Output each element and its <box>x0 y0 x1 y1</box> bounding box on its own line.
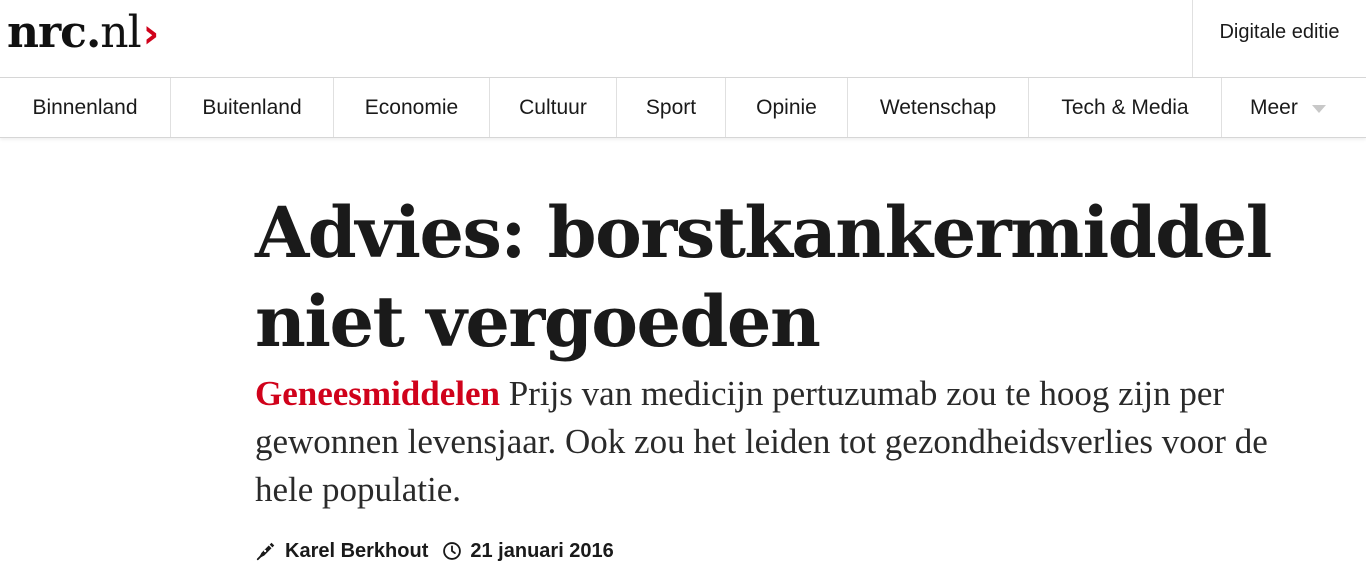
logo-text-light: nl <box>100 7 141 58</box>
clock-icon <box>442 541 462 561</box>
nav-item-label: Wetenschap <box>879 95 997 119</box>
nav-item-label: Economie <box>364 95 459 119</box>
article-lede: Geneesmiddelen Prijs van medicijn pertuz… <box>255 370 1315 514</box>
nav-item-label: Buitenland <box>202 95 302 119</box>
author-link[interactable]: Karel Berkhout <box>285 540 428 563</box>
nav-item-cultuur[interactable]: Cultuur <box>490 78 617 137</box>
nav-item-buitenland[interactable]: Buitenland <box>171 78 334 137</box>
pen-icon <box>255 540 277 562</box>
article-kicker-link[interactable]: Geneesmiddelen <box>255 374 500 413</box>
chevron-down-icon <box>1311 104 1326 113</box>
main-navigation: Binnenland Buitenland Economie Cultuur S… <box>0 78 1366 138</box>
logo-dot: . <box>85 7 101 58</box>
nav-item-label: Opinie <box>756 95 817 119</box>
digital-edition-link[interactable]: Digitale editie <box>1192 0 1366 77</box>
nav-item-wetenschap[interactable]: Wetenschap <box>848 78 1029 137</box>
nav-item-opinie[interactable]: Opinie <box>726 78 848 137</box>
site-logo[interactable]: nrc. nl › <box>7 7 160 58</box>
site-header: nrc. nl › Digitale editie <box>0 0 1366 78</box>
nav-item-binnenland[interactable]: Binnenland <box>0 78 171 137</box>
nav-item-label: Meer <box>1250 95 1298 119</box>
logo-text-bold: nrc <box>7 7 87 58</box>
nav-item-sport[interactable]: Sport <box>617 78 726 137</box>
nav-item-economie[interactable]: Economie <box>334 78 490 137</box>
nav-item-label: Tech & Media <box>1061 95 1189 119</box>
logo-chevron-icon: › <box>142 11 160 57</box>
nav-item-tech-media[interactable]: Tech & Media <box>1029 78 1222 137</box>
article-headline: Advies: borstkankermiddel niet vergoeden <box>255 191 1272 363</box>
nav-item-meer[interactable]: Meer <box>1222 78 1366 137</box>
digital-edition-label: Digitale editie <box>1219 21 1340 43</box>
article-byline: Karel Berkhout 21 januari 2016 <box>255 536 614 566</box>
nav-item-label: Binnenland <box>32 95 138 119</box>
publish-date: 21 januari 2016 <box>470 539 614 562</box>
nav-item-label: Cultuur <box>519 95 587 119</box>
nav-item-label: Sport <box>645 95 697 119</box>
